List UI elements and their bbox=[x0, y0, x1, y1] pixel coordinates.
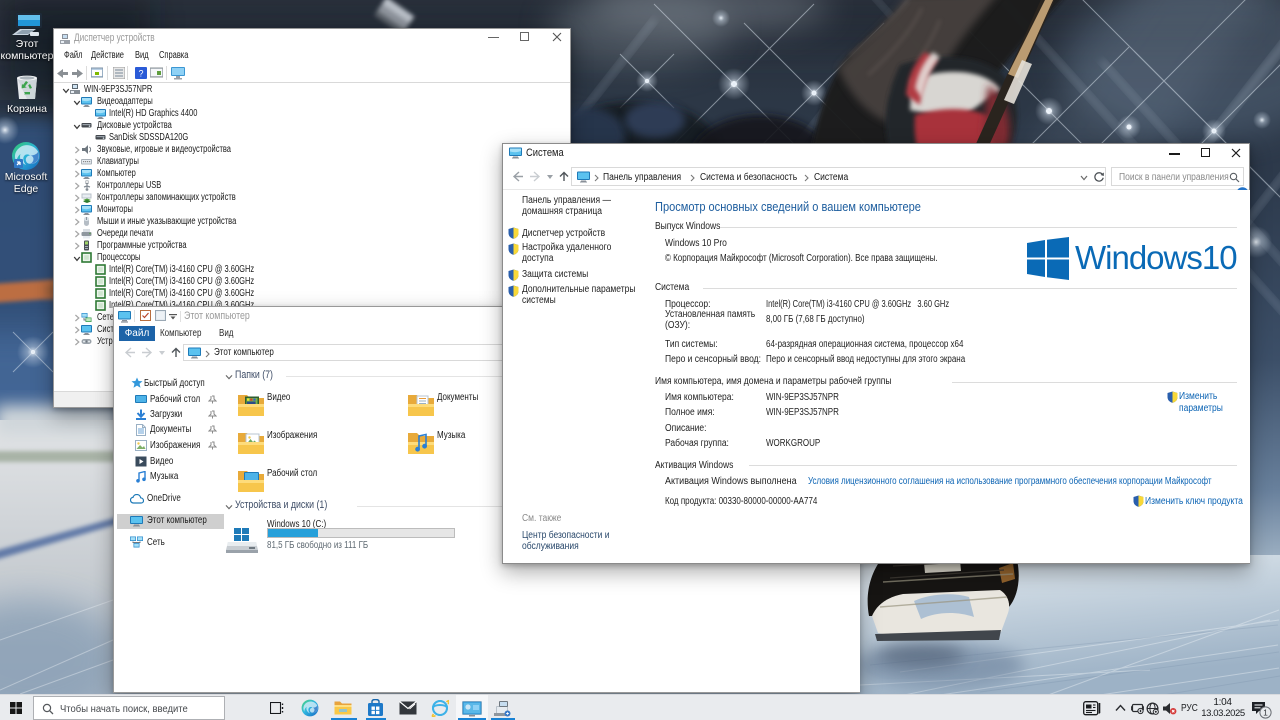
svg-text:?: ? bbox=[138, 69, 143, 79]
svg-text:1: 1 bbox=[1263, 708, 1268, 718]
